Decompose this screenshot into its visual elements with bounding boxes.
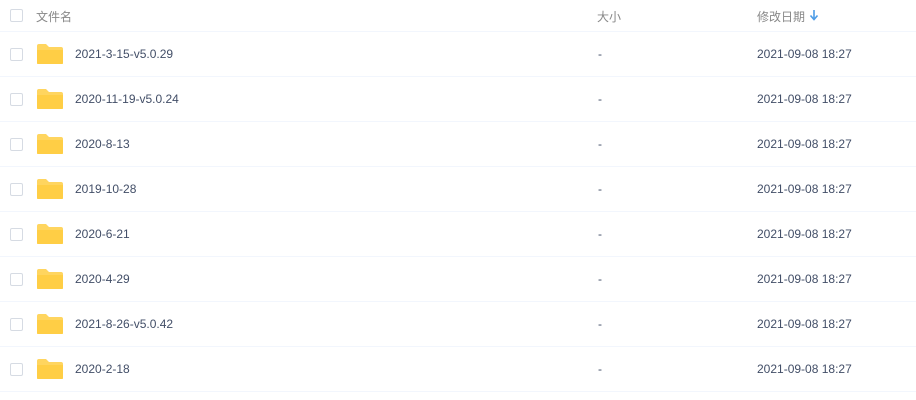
row-checkbox[interactable] <box>10 228 23 241</box>
row-checkbox[interactable] <box>10 93 23 106</box>
file-size: - <box>598 317 602 331</box>
file-row[interactable]: 2020-6-21 - 2021-09-08 18:27 <box>0 212 916 257</box>
folder-icon <box>37 89 63 109</box>
file-modified-date: 2021-09-08 18:27 <box>757 272 852 286</box>
column-header-size[interactable]: 大小 <box>597 8 621 25</box>
folder-icon <box>37 134 63 154</box>
file-modified-date: 2021-09-08 18:27 <box>757 137 852 151</box>
file-row[interactable]: 2020-11-19-v5.0.24 - 2021-09-08 18:27 <box>0 77 916 122</box>
file-size: - <box>598 92 602 106</box>
folder-icon <box>37 269 63 289</box>
file-row[interactable]: 2020-2-18 - 2021-09-08 18:27 <box>0 347 916 392</box>
file-size: - <box>598 182 602 196</box>
file-name[interactable]: 2020-6-21 <box>75 227 130 241</box>
file-name[interactable]: 2021-8-26-v5.0.42 <box>75 317 173 331</box>
file-row[interactable]: 2020-8-13 - 2021-09-08 18:27 <box>0 122 916 167</box>
file-size: - <box>598 272 602 286</box>
file-name[interactable]: 2019-10-28 <box>75 182 136 196</box>
file-modified-date: 2021-09-08 18:27 <box>757 47 852 61</box>
select-all-checkbox[interactable] <box>10 9 23 22</box>
file-modified-date: 2021-09-08 18:27 <box>757 182 852 196</box>
row-checkbox[interactable] <box>10 183 23 196</box>
file-name[interactable]: 2020-4-29 <box>75 272 130 286</box>
arrow-down-icon[interactable] <box>809 9 819 21</box>
row-checkbox[interactable] <box>10 138 23 151</box>
file-name[interactable]: 2020-11-19-v5.0.24 <box>75 92 179 106</box>
file-modified-date: 2021-09-08 18:27 <box>757 227 852 241</box>
folder-icon <box>37 179 63 199</box>
file-modified-date: 2021-09-08 18:27 <box>757 362 852 376</box>
folder-icon <box>37 314 63 334</box>
file-name[interactable]: 2021-3-15-v5.0.29 <box>75 47 173 61</box>
folder-icon <box>37 359 63 379</box>
file-name[interactable]: 2020-8-13 <box>75 137 130 151</box>
file-size: - <box>598 362 602 376</box>
file-modified-date: 2021-09-08 18:27 <box>757 92 852 106</box>
file-row[interactable]: 2019-10-28 - 2021-09-08 18:27 <box>0 167 916 212</box>
file-name[interactable]: 2020-2-18 <box>75 362 130 376</box>
row-checkbox[interactable] <box>10 318 23 331</box>
file-size: - <box>598 47 602 61</box>
file-list-header: 文件名 大小 修改日期 <box>0 0 916 32</box>
column-header-modified[interactable]: 修改日期 <box>757 8 805 25</box>
file-size: - <box>598 227 602 241</box>
file-size: - <box>598 137 602 151</box>
column-header-name[interactable]: 文件名 <box>36 8 72 25</box>
file-row[interactable]: 2021-8-26-v5.0.42 - 2021-09-08 18:27 <box>0 302 916 347</box>
row-checkbox[interactable] <box>10 363 23 376</box>
file-row[interactable]: 2020-4-29 - 2021-09-08 18:27 <box>0 257 916 302</box>
file-list: 文件名 大小 修改日期 2021-3-15-v5.0.29 - 2021-09-… <box>0 0 916 400</box>
row-checkbox[interactable] <box>10 48 23 61</box>
folder-icon <box>37 44 63 64</box>
file-row[interactable]: 2021-3-15-v5.0.29 - 2021-09-08 18:27 <box>0 32 916 77</box>
file-modified-date: 2021-09-08 18:27 <box>757 317 852 331</box>
folder-icon <box>37 224 63 244</box>
row-checkbox[interactable] <box>10 273 23 286</box>
